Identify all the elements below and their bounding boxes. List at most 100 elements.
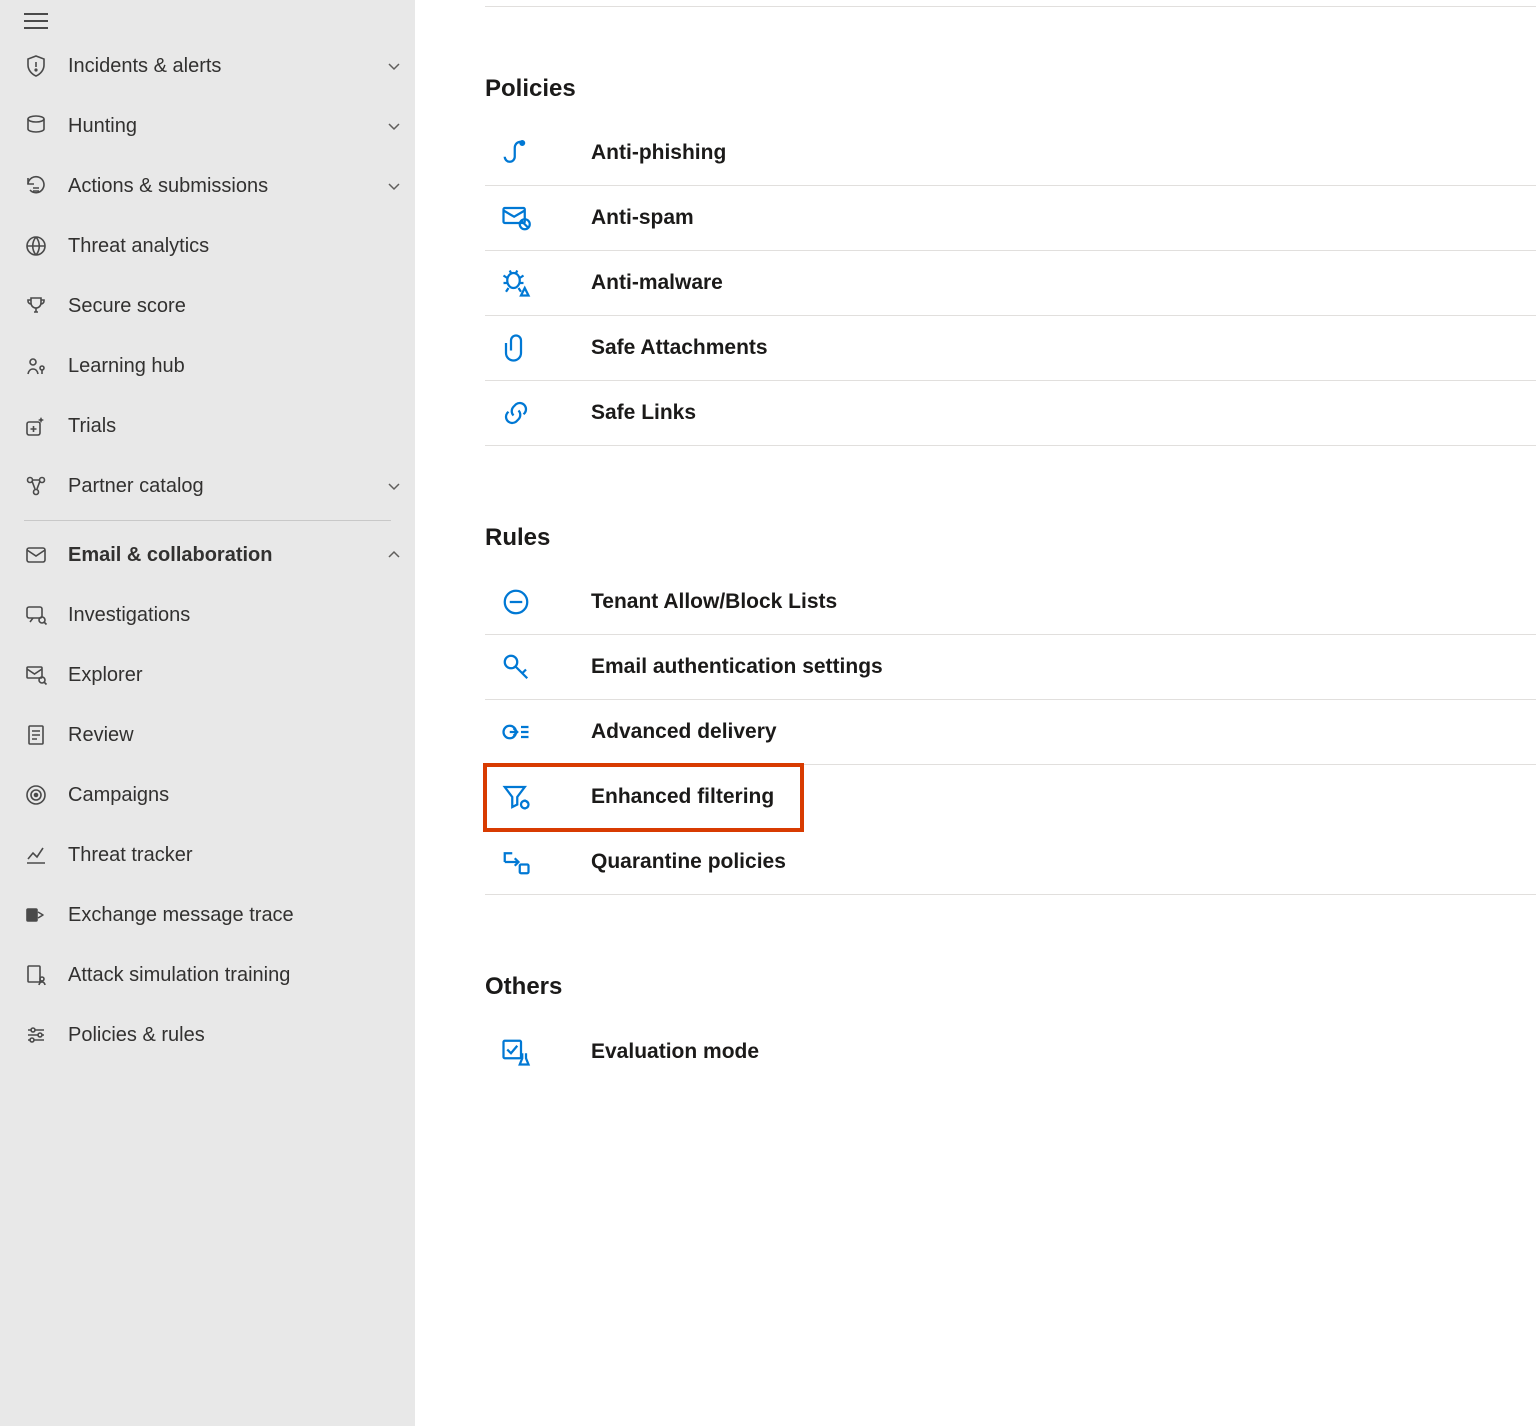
link-icon <box>501 398 591 428</box>
policy-row-label: Anti-phishing <box>591 141 726 165</box>
add-sparkle-icon <box>24 414 68 438</box>
arrow-list-icon <box>501 717 591 747</box>
nav-item-label: Attack simulation training <box>68 964 415 987</box>
policy-row-label: Email authentication settings <box>591 655 883 679</box>
policy-row-label: Evaluation mode <box>591 1040 759 1064</box>
nav-item-label: Threat analytics <box>68 235 415 258</box>
nav-section-label: Email & collaboration <box>68 544 373 567</box>
nav-item-incidents-alerts[interactable]: Incidents & alerts <box>0 36 415 96</box>
attachment-icon <box>501 333 591 363</box>
nav-item-label: Trials <box>68 415 415 438</box>
chevron-down-icon <box>373 178 415 194</box>
phishing-hook-icon <box>501 138 591 168</box>
top-divider <box>485 6 1536 7</box>
section-others: Others Evaluation mode <box>485 973 1536 1084</box>
circle-minus-icon <box>501 587 591 617</box>
nav-item-label: Hunting <box>68 115 373 138</box>
nav-item-label: Campaigns <box>68 784 415 807</box>
nav-item-label: Review <box>68 724 415 747</box>
mail-search-icon <box>24 663 68 687</box>
filter-gear-icon <box>501 782 591 812</box>
nav-item-hunting[interactable]: Hunting <box>0 96 415 156</box>
sidebar-divider <box>24 520 391 521</box>
chat-search-icon <box>24 603 68 627</box>
mail-icon <box>24 543 68 567</box>
nav-item-label: Learning hub <box>68 355 415 378</box>
checkbox-flask-icon <box>501 1037 591 1067</box>
globe-chart-icon <box>24 234 68 258</box>
nav-item-label: Partner catalog <box>68 475 373 498</box>
policy-row-label: Safe Attachments <box>591 336 768 360</box>
target-icon <box>24 783 68 807</box>
learning-icon <box>24 354 68 378</box>
policy-row-label: Quarantine policies <box>591 850 786 874</box>
nav-item-trials[interactable]: Trials <box>0 396 415 456</box>
policy-row-anti-phishing[interactable]: Anti-phishing <box>485 121 1536 186</box>
clipboard-icon <box>24 723 68 747</box>
nav-subitem-attack-simulation[interactable]: Attack simulation training <box>0 945 415 1005</box>
others-row-evaluation-mode[interactable]: Evaluation mode <box>485 1019 1536 1084</box>
nav-item-threat-analytics[interactable]: Threat analytics <box>0 216 415 276</box>
nav-subitem-policies-rules[interactable]: Policies & rules <box>0 1005 415 1065</box>
flow-box-icon <box>501 847 591 877</box>
hamburger-menu-button[interactable] <box>0 6 48 36</box>
policy-row-label: Safe Links <box>591 401 696 425</box>
document-person-icon <box>24 963 68 987</box>
nav-subitem-campaigns[interactable]: Campaigns <box>0 765 415 825</box>
nav-item-label: Exchange message trace <box>68 904 415 927</box>
section-policies: Policies Anti-phishing Anti-spam Anti-ma… <box>485 75 1536 446</box>
nav-subitem-investigations[interactable]: Investigations <box>0 585 415 645</box>
section-title: Others <box>485 973 1536 1001</box>
policy-row-label: Anti-malware <box>591 271 723 295</box>
nav-subitem-exchange-message-trace[interactable]: Exchange message trace <box>0 885 415 945</box>
nav-item-label: Investigations <box>68 604 415 627</box>
policy-row-safe-attachments[interactable]: Safe Attachments <box>485 316 1536 381</box>
bug-warning-icon <box>501 268 591 298</box>
rules-row-enhanced-filtering[interactable]: Enhanced filtering <box>485 765 802 830</box>
nav-item-actions-submissions[interactable]: Actions & submissions <box>0 156 415 216</box>
rules-row-quarantine-policies[interactable]: Quarantine policies <box>485 830 1536 895</box>
nodes-icon <box>24 474 68 498</box>
policy-row-label: Advanced delivery <box>591 720 777 744</box>
key-icon <box>501 652 591 682</box>
chevron-down-icon <box>373 118 415 134</box>
chevron-up-icon <box>373 547 415 563</box>
policy-row-label: Anti-spam <box>591 206 694 230</box>
nav-subitem-review[interactable]: Review <box>0 705 415 765</box>
trophy-icon <box>24 294 68 318</box>
nav-item-label: Incidents & alerts <box>68 55 373 78</box>
rules-row-advanced-delivery[interactable]: Advanced delivery <box>485 700 1536 765</box>
settings-sliders-icon <box>24 1023 68 1047</box>
policy-row-safe-links[interactable]: Safe Links <box>485 381 1536 446</box>
nav-item-label: Policies & rules <box>68 1024 415 1047</box>
nav-item-secure-score[interactable]: Secure score <box>0 276 415 336</box>
chevron-down-icon <box>373 478 415 494</box>
nav-item-label: Threat tracker <box>68 844 415 867</box>
rules-row-email-auth-settings[interactable]: Email authentication settings <box>485 635 1536 700</box>
section-title: Rules <box>485 524 1536 552</box>
rules-row-tenant-allow-block[interactable]: Tenant Allow/Block Lists <box>485 570 1536 635</box>
nav-subitem-threat-tracker[interactable]: Threat tracker <box>0 825 415 885</box>
shield-alert-icon <box>24 54 68 78</box>
nav-section-email-collaboration[interactable]: Email & collaboration <box>0 525 415 585</box>
section-title: Policies <box>485 75 1536 103</box>
policy-row-label: Tenant Allow/Block Lists <box>591 590 837 614</box>
nav-item-label: Actions & submissions <box>68 175 373 198</box>
database-icon <box>24 114 68 138</box>
line-chart-icon <box>24 843 68 867</box>
mail-blocked-icon <box>501 203 591 233</box>
nav-item-partner-catalog[interactable]: Partner catalog <box>0 456 415 516</box>
nav-item-label: Secure score <box>68 295 415 318</box>
sidebar: Incidents & alerts Hunting Actions & sub… <box>0 0 415 1426</box>
nav-subitem-explorer[interactable]: Explorer <box>0 645 415 705</box>
section-rules: Rules Tenant Allow/Block Lists Email aut… <box>485 524 1536 895</box>
policy-row-label: Enhanced filtering <box>591 785 774 809</box>
policy-row-anti-malware[interactable]: Anti-malware <box>485 251 1536 316</box>
history-list-icon <box>24 174 68 198</box>
chevron-down-icon <box>373 58 415 74</box>
nav-item-label: Explorer <box>68 664 415 687</box>
main-content: Policies Anti-phishing Anti-spam Anti-ma… <box>415 0 1536 1426</box>
nav-item-learning-hub[interactable]: Learning hub <box>0 336 415 396</box>
policy-row-anti-spam[interactable]: Anti-spam <box>485 186 1536 251</box>
exchange-icon <box>24 903 68 927</box>
